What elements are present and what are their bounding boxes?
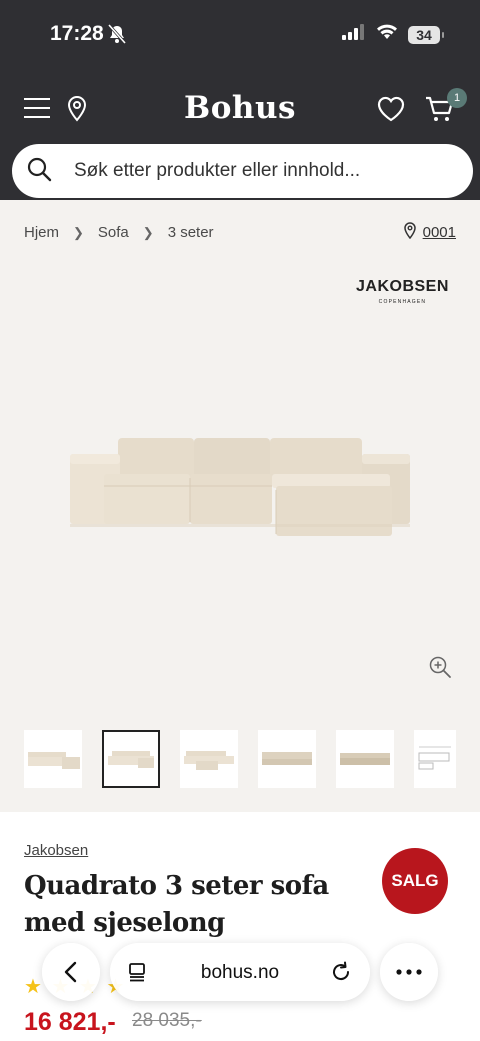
back-arrow-icon[interactable]	[42, 943, 100, 1001]
search-input[interactable]: Søk etter produkter eller innhold...	[12, 144, 473, 198]
zoom-in-icon[interactable]	[428, 655, 452, 684]
status-time: 17:28	[50, 22, 104, 45]
brand-link[interactable]: Jakobsen	[24, 842, 88, 859]
store-selector[interactable]: 0001	[403, 222, 456, 243]
search-placeholder: Søk etter produkter eller innhold...	[74, 160, 361, 181]
battery-icon: 34	[408, 25, 444, 44]
thumbnail-active[interactable]	[102, 730, 160, 788]
brand-logo-sub: COPENHAGEN	[378, 299, 427, 305]
cart-count-badge: 1	[447, 88, 467, 108]
status-bar: 17:28 34	[0, 0, 480, 70]
signal-icon	[342, 24, 366, 45]
more-icon[interactable]	[380, 943, 438, 1001]
location-pin-icon	[403, 222, 417, 243]
browser-toolbar: bohus.no	[0, 938, 480, 1008]
thumbnail[interactable]	[336, 730, 394, 788]
old-price: 28 035,-	[132, 1010, 202, 1031]
thumbnail-strip	[24, 730, 456, 788]
breadcrumb-home[interactable]: Hjem	[24, 224, 59, 241]
thumbnail[interactable]	[24, 730, 82, 788]
site-header: Bohus 1 Søk etter produkter eller innhol…	[0, 70, 480, 200]
brand-logo: JAKOBSEN COPENHAGEN	[356, 278, 449, 305]
address-bar[interactable]: bohus.no	[110, 943, 370, 1001]
thumbnail[interactable]	[258, 730, 316, 788]
breadcrumb-sofa[interactable]: Sofa	[98, 224, 129, 241]
reload-icon[interactable]	[330, 961, 352, 988]
chevron-right-icon: ❯	[73, 224, 84, 240]
search-icon	[26, 156, 52, 187]
breadcrumb: Hjem ❯ Sofa ❯ 3 seter	[24, 224, 214, 241]
product-price: 16 821,-	[24, 1008, 116, 1036]
brand-logo-name: JAKOBSEN	[356, 278, 449, 295]
wifi-icon	[376, 24, 398, 45]
bell-muted-icon	[107, 24, 127, 49]
sale-badge: SALG	[382, 848, 448, 914]
thumbnail[interactable]	[180, 730, 238, 788]
chevron-right-icon: ❯	[142, 224, 154, 240]
breadcrumb-current: 3 seter	[167, 224, 214, 241]
status-indicators: 34	[342, 24, 444, 45]
store-code[interactable]: 0001	[423, 224, 456, 241]
product-image[interactable]	[0, 250, 480, 710]
site-logo[interactable]: Bohus	[0, 90, 480, 126]
heart-icon[interactable]	[376, 95, 406, 128]
thumbnail[interactable]	[414, 730, 456, 788]
product-title: Quadrato 3 seter sofa med sjeselong	[24, 871, 329, 938]
